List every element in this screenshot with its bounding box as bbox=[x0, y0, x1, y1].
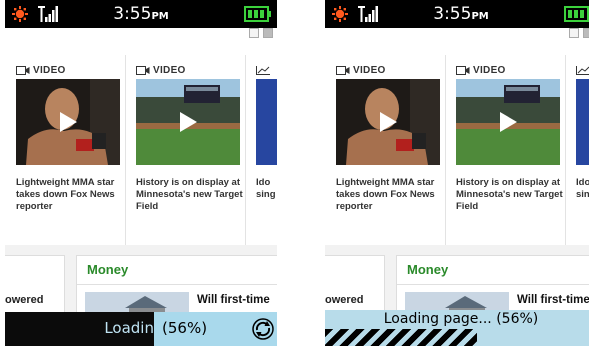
loading-text: Loadin bbox=[104, 319, 154, 337]
loading-percent: (56%) bbox=[162, 319, 208, 337]
video-card[interactable]: VIDEO Lightweight MMA star takes down Fo… bbox=[5, 55, 126, 251]
video-caption[interactable]: History is on display at Minnesota's new… bbox=[136, 177, 244, 213]
video-thumbnail[interactable] bbox=[336, 79, 440, 165]
module-text: owered bbox=[5, 294, 44, 306]
video-caption[interactable]: Lightweight MMA star takes down Fox News… bbox=[16, 177, 124, 213]
chart-icon bbox=[576, 65, 589, 75]
card-label: VIDEO bbox=[456, 65, 506, 76]
video-card[interactable]: VIDEO Lightweight MMA star takes down Fo… bbox=[325, 55, 446, 251]
divider bbox=[77, 284, 277, 285]
page-control-box[interactable] bbox=[583, 28, 589, 38]
chart-card[interactable]: Ido sing bbox=[245, 55, 277, 251]
caption[interactable]: Ido sing bbox=[256, 177, 277, 201]
battery-icon bbox=[564, 6, 589, 22]
battery-icon bbox=[244, 6, 271, 22]
video-caption[interactable]: Lightweight MMA star takes down Fox News… bbox=[336, 177, 444, 213]
page-content[interactable]: VIDEO Lightweight MMA star takes down Fo… bbox=[325, 28, 589, 346]
loading-text: Loading page... (56%) bbox=[383, 311, 539, 327]
play-icon bbox=[380, 112, 397, 132]
refresh-spinner-icon bbox=[252, 318, 274, 340]
video-camera-icon bbox=[136, 65, 150, 75]
status-clock: 3:55PM bbox=[113, 4, 169, 24]
card-label: VIDEO bbox=[136, 65, 186, 76]
phone-screen-right: 3:55PM VIDEO Lightweight MMA star takes … bbox=[325, 0, 589, 346]
card-label: VIDEO bbox=[16, 65, 66, 76]
divider bbox=[397, 284, 589, 285]
video-card[interactable]: VIDEO History is on display at Minnesota… bbox=[445, 55, 566, 251]
status-clock: 3:55PM bbox=[433, 4, 489, 24]
card-label bbox=[256, 65, 273, 76]
video-camera-icon bbox=[456, 65, 470, 75]
caption[interactable]: Ido sing bbox=[576, 177, 589, 201]
status-bar: 3:55PM bbox=[325, 0, 589, 28]
video-thumbnail[interactable] bbox=[16, 79, 120, 165]
page-content[interactable]: VIDEO Lightweight MMA star takes down Fo… bbox=[5, 28, 277, 346]
status-bar: 3:55PM bbox=[5, 0, 277, 28]
progress-fill bbox=[325, 329, 478, 346]
page-control-box[interactable] bbox=[569, 28, 579, 38]
chart-icon bbox=[256, 65, 270, 75]
video-camera-icon bbox=[16, 65, 30, 75]
loading-bar: Loadin (56%) bbox=[5, 312, 277, 346]
money-headline[interactable]: Will first-time bbox=[517, 294, 589, 306]
thumbnail[interactable] bbox=[256, 79, 277, 165]
video-card[interactable]: VIDEO History is on display at Minnesota… bbox=[125, 55, 246, 251]
money-headline[interactable]: Will first-time bbox=[197, 294, 270, 306]
play-icon bbox=[60, 112, 77, 132]
page-control-box[interactable] bbox=[263, 28, 273, 38]
card-label bbox=[576, 65, 589, 76]
chart-card[interactable]: Ido sing bbox=[565, 55, 589, 251]
card-label: VIDEO bbox=[336, 65, 386, 76]
video-camera-icon bbox=[336, 65, 350, 75]
play-icon bbox=[180, 112, 197, 132]
video-thumbnail[interactable] bbox=[456, 79, 560, 165]
loading-bar: Loading page... (56%) bbox=[325, 310, 589, 346]
thumbnail[interactable] bbox=[576, 79, 589, 165]
video-caption[interactable]: History is on display at Minnesota's new… bbox=[456, 177, 564, 213]
play-icon bbox=[500, 112, 517, 132]
money-title[interactable]: Money bbox=[407, 262, 448, 277]
phone-screen-left: 3:55PM VIDEO Lightweight MMA star takes … bbox=[5, 0, 277, 346]
module-text: owered bbox=[325, 294, 364, 306]
money-title[interactable]: Money bbox=[87, 262, 128, 277]
video-thumbnail[interactable] bbox=[136, 79, 240, 165]
page-control-box[interactable] bbox=[249, 28, 259, 38]
